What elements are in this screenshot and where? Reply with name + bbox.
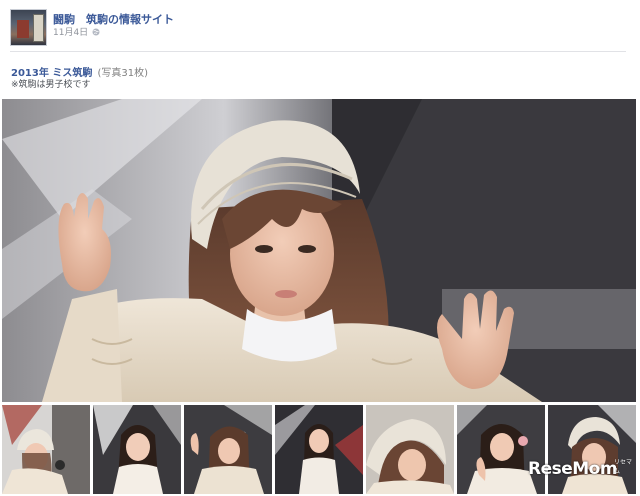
thumbnail[interactable] bbox=[366, 405, 454, 494]
watermark-brand: ReseMom bbox=[528, 459, 618, 479]
main-photo[interactable] bbox=[2, 99, 636, 402]
thumbnail[interactable] bbox=[184, 405, 272, 494]
facebook-post: 闘駒 筑駒の情報サイト 11月4日 2013年 ミス筑駒 (写真31枚) ※筑駒… bbox=[0, 0, 640, 496]
thumbnail[interactable] bbox=[275, 405, 363, 494]
watermark-sub: リセマム bbox=[614, 459, 633, 475]
page-avatar[interactable] bbox=[10, 9, 47, 46]
thumbnail[interactable] bbox=[93, 405, 181, 494]
post-header: 闘駒 筑駒の情報サイト 11月4日 bbox=[10, 9, 630, 49]
thumbnail[interactable] bbox=[2, 405, 90, 494]
album-note: ※筑駒は男子校です bbox=[11, 80, 91, 90]
globe-icon[interactable] bbox=[92, 28, 100, 36]
post-date[interactable]: 11月4日 bbox=[53, 25, 88, 38]
avatar-sign bbox=[33, 14, 44, 42]
resemom-watermark: ReseMom リセマム bbox=[522, 455, 634, 485]
post-meta: 11月4日 bbox=[53, 25, 100, 38]
album-photo-count: (写真31枚) bbox=[97, 68, 149, 79]
post-divider bbox=[10, 51, 626, 52]
avatar-detail bbox=[17, 20, 29, 38]
